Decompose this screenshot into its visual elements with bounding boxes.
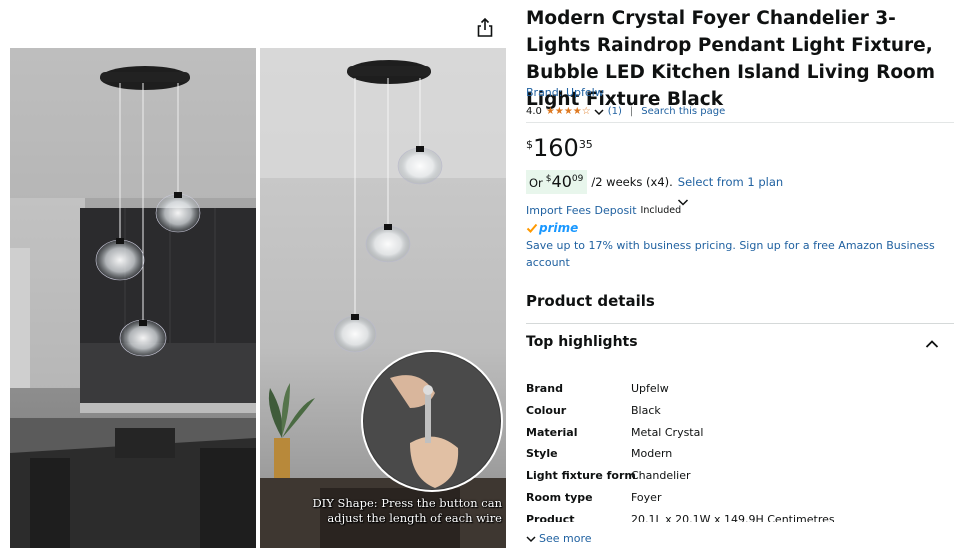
prime-badge: prime bbox=[526, 220, 578, 236]
see-more-label: See more bbox=[539, 532, 592, 545]
spec-key: Product bbox=[526, 513, 575, 522]
installment-terms: /2 weeks (x4). bbox=[591, 175, 673, 189]
spec-row: Light fixture form Chandelier bbox=[526, 466, 954, 486]
product-image-main[interactable] bbox=[10, 48, 256, 548]
divider bbox=[526, 122, 954, 123]
spec-key: Room type bbox=[526, 491, 593, 504]
brand-link[interactable]: Brand: Upfelw bbox=[526, 86, 604, 99]
spec-row: Room type Foyer bbox=[526, 488, 954, 508]
star-icon[interactable]: ★★★★☆ bbox=[546, 106, 591, 117]
spec-value: Foyer bbox=[631, 491, 662, 504]
search-this-page-link[interactable]: Search this page bbox=[641, 106, 725, 117]
divider bbox=[526, 323, 954, 324]
prime-label: prime bbox=[539, 221, 579, 235]
product-image-detail[interactable]: DIY Shape: Press the button can adjust t… bbox=[260, 48, 506, 548]
product-details-heading: Product details bbox=[526, 292, 655, 310]
price-fraction: 35 bbox=[578, 138, 593, 151]
spec-value: Metal Crystal bbox=[631, 426, 704, 439]
rating-row: 4.0 ★★★★☆ (1) | Search this page bbox=[526, 106, 725, 117]
import-fees-link[interactable]: Import Fees Deposit bbox=[526, 204, 637, 217]
spec-key: Light fixture form bbox=[526, 469, 636, 482]
spec-value: 20.1L x 20.1W x 149.9H Centimetres bbox=[631, 513, 835, 522]
image-caption: DIY Shape: Press the button can adjust t… bbox=[260, 496, 502, 526]
chevron-down-icon[interactable] bbox=[594, 108, 604, 116]
installment-row: Or $ 40 09 /2 weeks (x4). Select from 1 … bbox=[526, 170, 783, 194]
select-plan-link[interactable]: Select from 1 plan bbox=[678, 175, 783, 189]
spec-row: Style Modern bbox=[526, 444, 954, 464]
see-more-link[interactable]: See more bbox=[526, 532, 592, 545]
rating-value: 4.0 bbox=[526, 106, 542, 117]
price: $ 160 35 bbox=[526, 134, 593, 162]
spec-key: Material bbox=[526, 426, 578, 439]
chevron-up-icon[interactable] bbox=[925, 339, 939, 349]
installment-amount: 40 bbox=[551, 172, 572, 191]
price-whole: 160 bbox=[533, 134, 579, 162]
rating-count-link[interactable]: (1) bbox=[608, 106, 622, 117]
spec-value: Black bbox=[631, 404, 661, 417]
spec-key: Brand bbox=[526, 382, 563, 395]
spec-key: Colour bbox=[526, 404, 567, 417]
price-symbol: $ bbox=[526, 138, 533, 151]
spec-row: Brand Upfelw bbox=[526, 379, 954, 399]
spec-value: Chandelier bbox=[631, 469, 691, 482]
caption-line-2: adjust the length of each wire bbox=[327, 511, 502, 525]
business-pricing-link[interactable]: Save up to 17% with business pricing. Si… bbox=[526, 237, 954, 271]
import-fees-row: Import Fees Deposit Included bbox=[526, 204, 681, 217]
spec-value: Modern bbox=[631, 447, 673, 460]
spec-row: Product 20.1L x 20.1W x 149.9H Centimetr… bbox=[526, 510, 954, 522]
top-highlights-heading[interactable]: Top highlights bbox=[526, 334, 638, 350]
installment-prefix: Or bbox=[529, 176, 543, 190]
installment-price: Or $ 40 09 bbox=[526, 170, 588, 194]
separator: | bbox=[629, 106, 634, 117]
fees-included-text: Included bbox=[640, 205, 682, 216]
installment-fraction: 09 bbox=[571, 174, 584, 184]
prime-check-icon bbox=[526, 223, 538, 233]
spec-row: Material Metal Crystal bbox=[526, 423, 954, 443]
caption-line-1: DIY Shape: Press the button can bbox=[312, 496, 502, 510]
share-icon[interactable] bbox=[475, 17, 495, 39]
spec-key: Style bbox=[526, 447, 558, 460]
chevron-down-icon bbox=[526, 535, 536, 542]
spec-row: Colour Black bbox=[526, 401, 954, 421]
spec-value: Upfelw bbox=[631, 382, 669, 395]
